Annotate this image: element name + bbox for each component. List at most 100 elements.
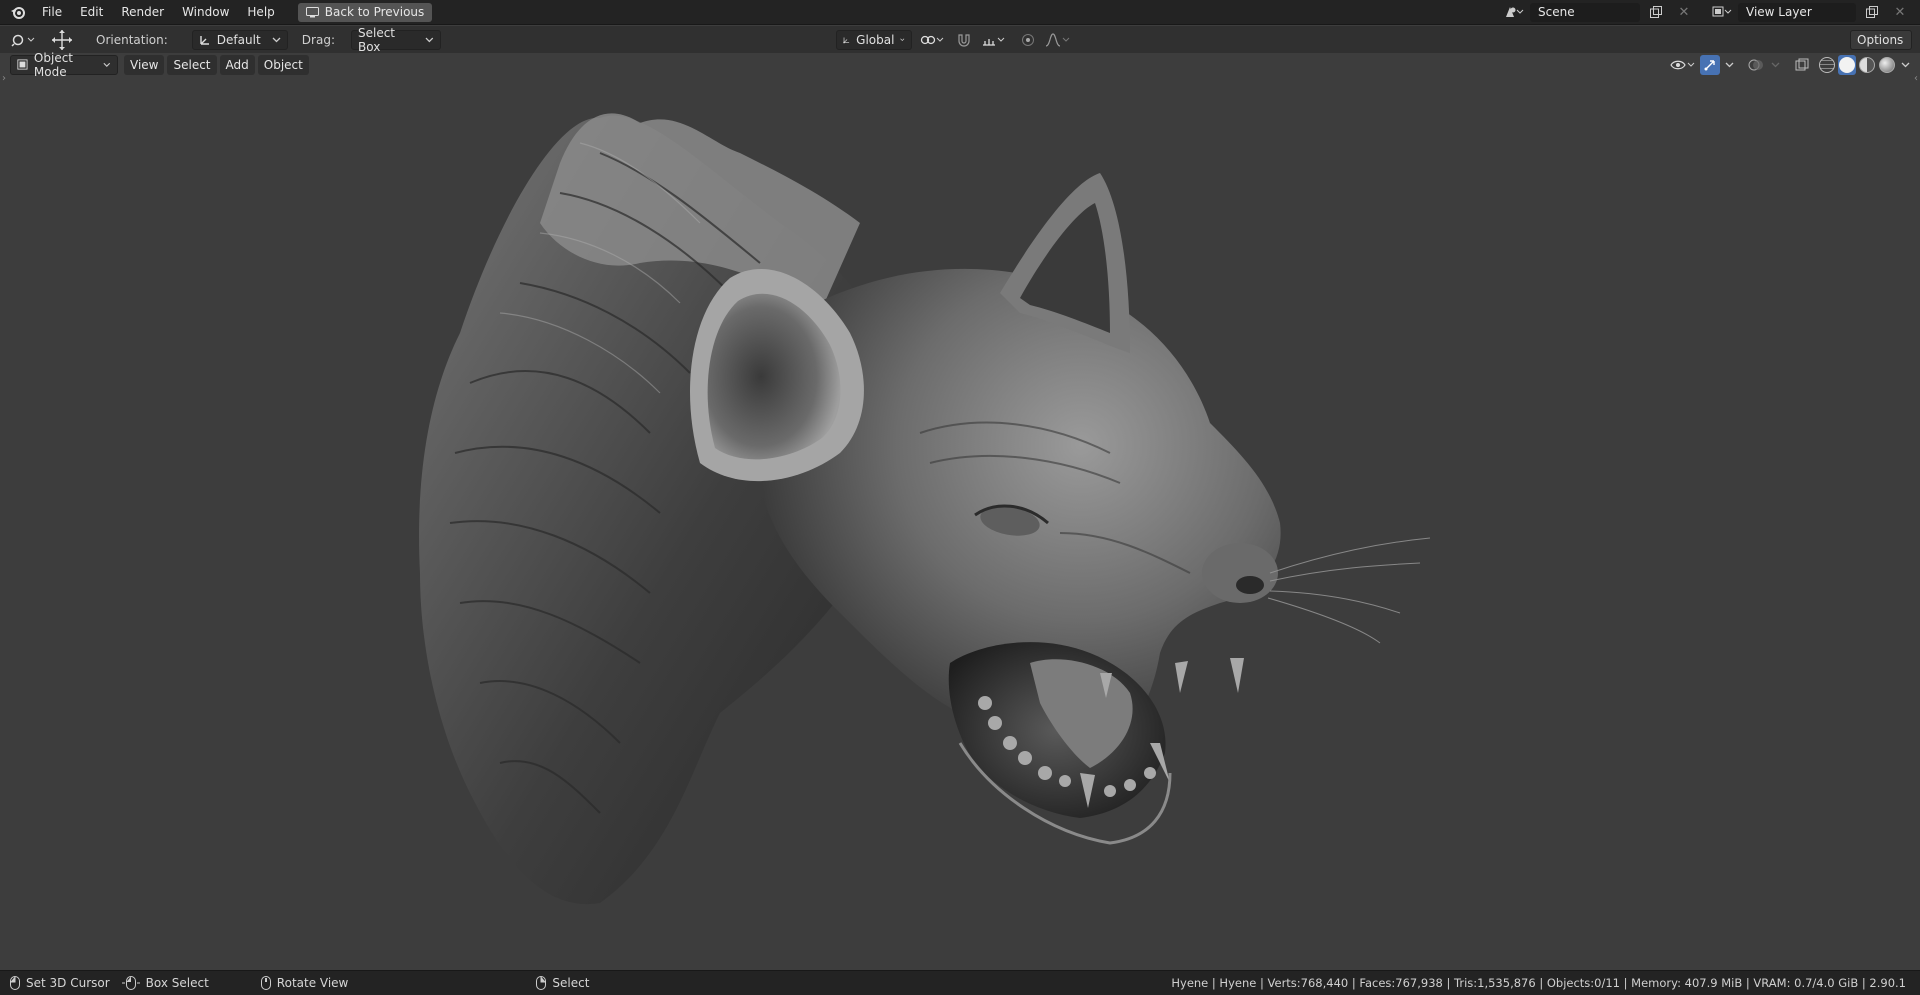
snap-toggle-button[interactable]: [954, 30, 974, 50]
tool-header: Orientation: Default Drag: Select Box Gl…: [0, 26, 1920, 54]
options-dropdown[interactable]: Options: [1850, 29, 1912, 50]
magnet-icon: [958, 33, 970, 47]
proportional-editing-button[interactable]: [1018, 30, 1038, 50]
move-arrows-icon: [52, 29, 72, 50]
scene-name: Scene: [1538, 5, 1575, 19]
chevron-down-icon: [900, 38, 905, 41]
status-set-3d-cursor: Set 3D Cursor: [10, 976, 110, 990]
view-layer-selector-button[interactable]: [1710, 2, 1734, 22]
status-box-select: Box Select: [121, 976, 209, 990]
material-sphere-icon: [1859, 56, 1875, 73]
pivot-link-icon: [920, 35, 944, 44]
view-layer-name-field[interactable]: View Layer: [1738, 2, 1856, 22]
chevron-down-icon: [272, 37, 281, 43]
object-mode-icon: [17, 59, 28, 70]
solid-shading-button[interactable]: [1838, 54, 1856, 75]
orientation-label: Orientation:: [96, 32, 168, 47]
pivot-point-button[interactable]: [918, 30, 948, 50]
screen-icon: [305, 6, 319, 17]
xray-icon: [1795, 58, 1809, 70]
wireframe-sphere-icon: [1819, 56, 1835, 73]
eye-icon: [1670, 60, 1695, 69]
view-layer-icon: [1712, 6, 1732, 17]
editor-type-button[interactable]: [8, 30, 40, 50]
shading-options-button[interactable]: [1898, 55, 1912, 75]
material-preview-button[interactable]: [1858, 55, 1876, 75]
scene-statistics: Hyene | Hyene | Verts:768,440 | Faces:76…: [1171, 976, 1906, 990]
snap-increment-icon: [983, 37, 1005, 46]
menu-file[interactable]: File: [33, 0, 71, 25]
chevron-down-icon: [1901, 62, 1909, 68]
solid-sphere-icon: [1839, 56, 1855, 73]
move-tool-button[interactable]: [48, 29, 76, 50]
menu-help[interactable]: Help: [238, 0, 283, 25]
chevron-down-icon: [103, 62, 111, 67]
axis-icon: [200, 35, 209, 45]
xray-toggle-button[interactable]: [1792, 55, 1812, 75]
mouse-left-icon: [10, 976, 20, 990]
proportional-falloff-button[interactable]: [1044, 30, 1072, 50]
top-bar: File Edit Render Window Help Back to Pre…: [0, 0, 1920, 25]
delete-scene-button[interactable]: ✕: [1672, 2, 1696, 22]
new-scene-button[interactable]: [1644, 2, 1668, 22]
gizmo-icon: [1704, 59, 1715, 70]
rendered-shading-button[interactable]: [1878, 55, 1896, 75]
chevron-down-icon: [425, 37, 434, 43]
delete-view-layer-button[interactable]: ✕: [1888, 2, 1912, 22]
menu-add[interactable]: Add: [219, 54, 255, 75]
status-select: Select: [536, 976, 589, 990]
mouse-middle-icon: [260, 976, 271, 990]
menu-render[interactable]: Render: [112, 0, 173, 25]
close-icon: ✕: [1894, 4, 1906, 20]
3d-viewport[interactable]: › ‹: [0, 53, 1920, 970]
wireframe-shading-button[interactable]: [1818, 55, 1836, 75]
visibility-button[interactable]: [1668, 55, 1698, 75]
scene-selector-button[interactable]: [1502, 2, 1526, 22]
drag-label: Drag:: [301, 32, 335, 47]
copy-icon: [1866, 6, 1878, 18]
status-rotate-view: Rotate View: [260, 976, 349, 990]
copy-icon: [1650, 6, 1662, 18]
rendered-sphere-icon: [1879, 56, 1895, 73]
blender-logo-icon[interactable]: [9, 3, 27, 21]
new-view-layer-button[interactable]: [1860, 2, 1884, 22]
status-label: Set 3D Cursor: [26, 976, 110, 990]
chevron-down-icon: [1771, 62, 1779, 68]
viewport-header: Object Mode View Select Add Object: [0, 51, 1920, 79]
mode-value: Object Mode: [33, 50, 74, 79]
3d-viewport-icon: [11, 34, 35, 47]
snap-target-button[interactable]: [980, 30, 1008, 50]
transform-orientation-dropdown[interactable]: Global: [836, 29, 912, 50]
overlay-circles-icon: [1748, 59, 1763, 70]
menu-object[interactable]: Object: [257, 54, 309, 75]
menu-select[interactable]: Select: [167, 54, 217, 75]
scene-icon: [1506, 7, 1524, 17]
gizmo-toggle-button[interactable]: [1700, 54, 1720, 75]
proportional-circle-icon: [1022, 33, 1034, 46]
status-bar: Set 3D Cursor Box Select Rotate View Sel…: [0, 970, 1920, 995]
overlays-toggle-button[interactable]: [1746, 55, 1766, 75]
mode-dropdown[interactable]: Object Mode: [10, 51, 118, 79]
mouse-drag-icon: [121, 976, 140, 990]
overlays-options-button[interactable]: [1768, 55, 1782, 75]
menu-edit[interactable]: Edit: [71, 0, 112, 25]
orientation-dropdown[interactable]: Default: [191, 29, 288, 50]
close-icon: ✕: [1678, 4, 1690, 20]
view-layer-name: View Layer: [1746, 5, 1812, 19]
hyena-head-sculpt[interactable]: [0, 53, 1920, 970]
back-to-previous-button[interactable]: Back to Previous: [297, 2, 433, 22]
falloff-curve-icon: [1045, 32, 1070, 47]
menu-view[interactable]: View: [124, 54, 165, 75]
status-label: Box Select: [145, 976, 209, 990]
menu-window[interactable]: Window: [173, 0, 238, 25]
status-label: Rotate View: [276, 976, 349, 990]
scene-name-field[interactable]: Scene: [1530, 2, 1640, 22]
drag-value: Select Box: [357, 25, 396, 54]
status-label: Select: [552, 976, 590, 990]
gizmo-options-button[interactable]: [1722, 55, 1736, 75]
drag-dropdown[interactable]: Select Box: [350, 26, 441, 54]
transform-orientation-value: Global: [856, 32, 895, 47]
chevron-down-icon: [1725, 62, 1733, 68]
options-label: Options: [1857, 32, 1904, 47]
orientation-value: Default: [216, 32, 261, 47]
